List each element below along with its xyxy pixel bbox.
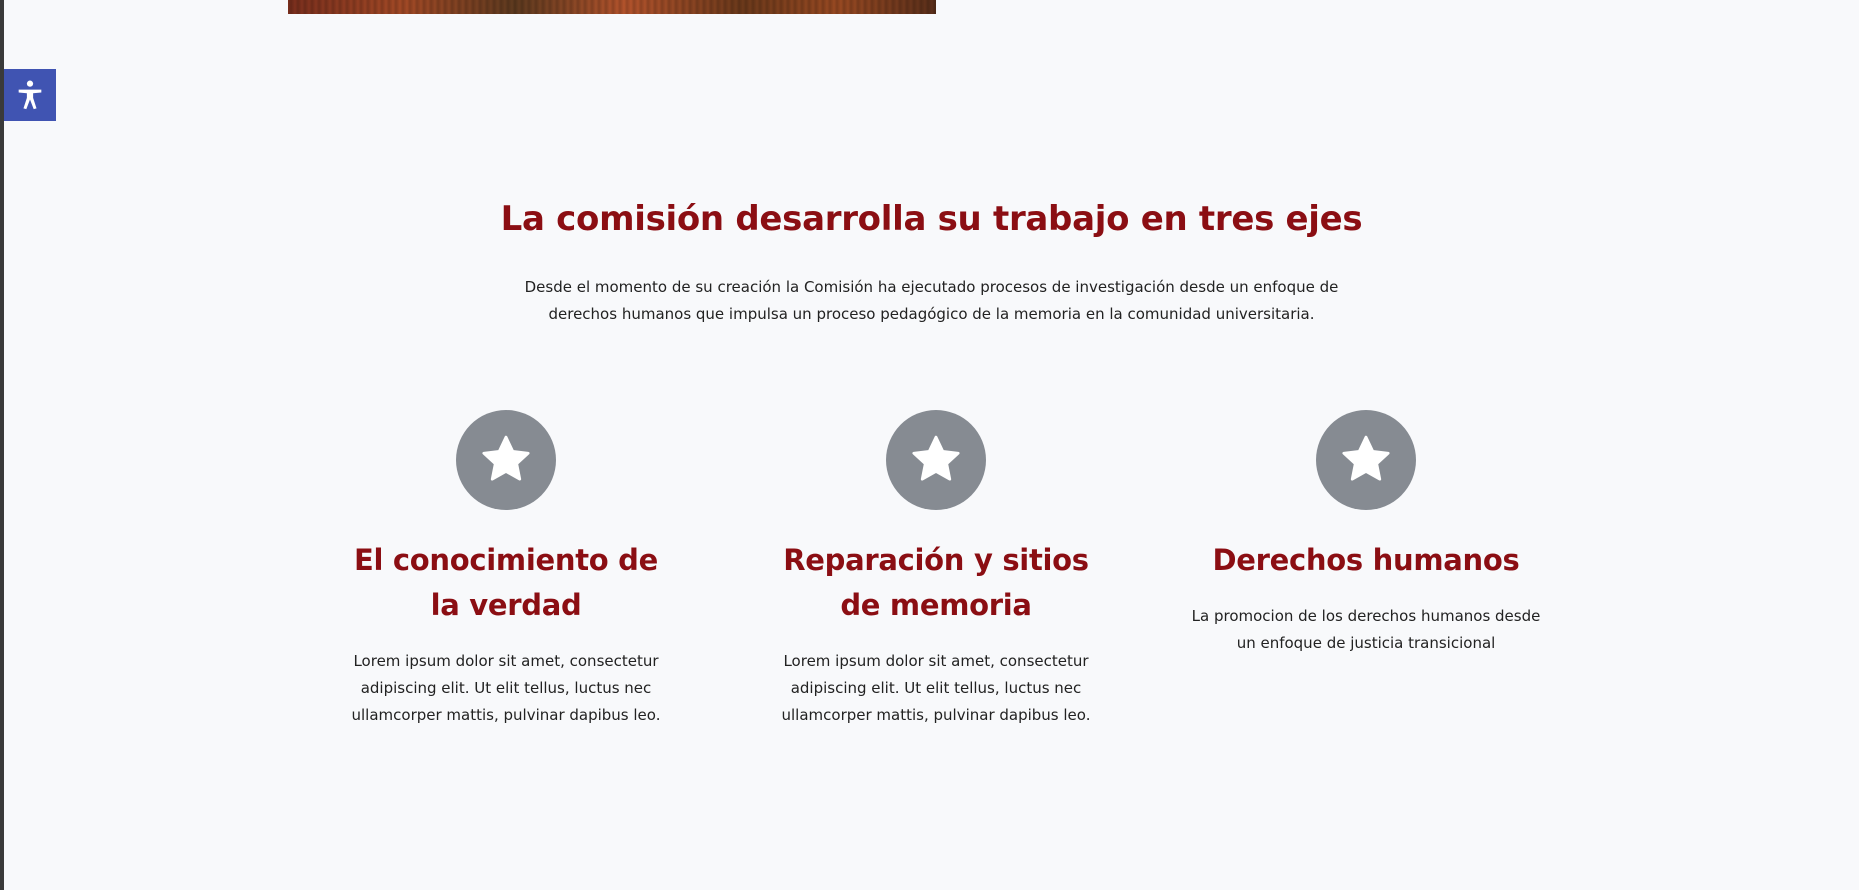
star-icon (1342, 435, 1390, 481)
accessibility-person-icon (18, 80, 42, 110)
star-icon (482, 435, 530, 481)
star-icon (912, 435, 960, 481)
feature-card-truth: El conocimiento de la verdad Lorem ipsum… (316, 410, 696, 729)
section-title: La comisión desarrolla su trabajo en tre… (500, 199, 1363, 239)
accessibility-toolbar-button[interactable] (4, 69, 56, 121)
hero-image (288, 0, 936, 14)
feature-card-reparation: Reparación y sitios de memoria Lorem ips… (746, 410, 1126, 729)
feature-card-human-rights: Derechos humanos La promocion de los der… (1176, 410, 1556, 657)
feature-badge (886, 410, 986, 510)
feature-badge (1316, 410, 1416, 510)
feature-title: Derechos humanos (1212, 543, 1520, 577)
feature-text: La promocion de los derechos humanos des… (1191, 607, 1541, 652)
feature-title: Reparación y sitios de memoria (783, 543, 1089, 622)
feature-badge (456, 410, 556, 510)
section-intro: Desde el momento de su creación la Comis… (524, 278, 1339, 323)
feature-text: Lorem ipsum dolor sit amet, consectetur … (781, 652, 1091, 724)
feature-title: El conocimiento de la verdad (353, 543, 659, 622)
page-viewport: La comisión desarrolla su trabajo en tre… (4, 0, 1859, 890)
feature-text: Lorem ipsum dolor sit amet, consectetur … (351, 652, 661, 724)
